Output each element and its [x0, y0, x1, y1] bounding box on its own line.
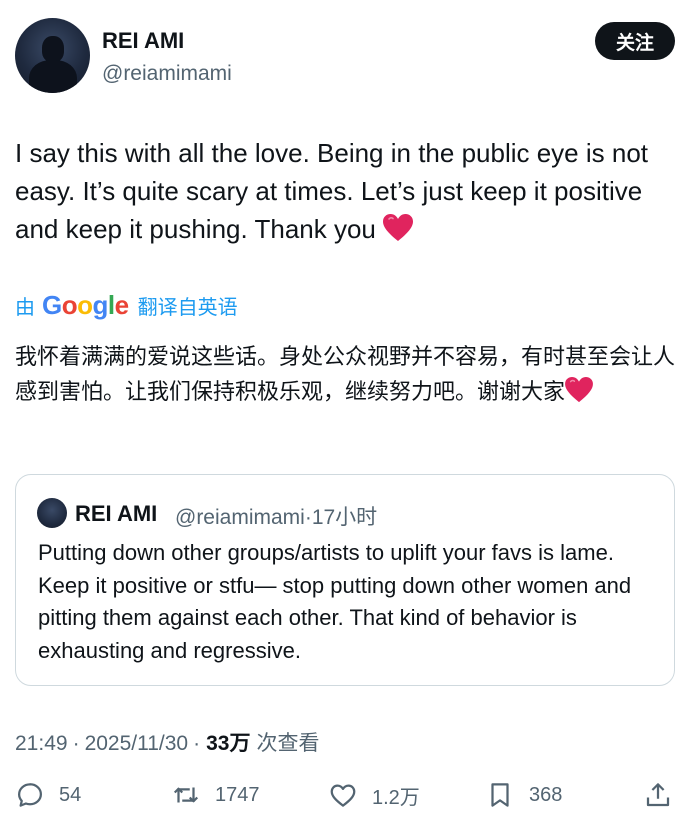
avatar-figure-body [29, 60, 77, 93]
action-bar: 54 1747 1.2万 368 [15, 780, 675, 820]
quoted-author-name: REI AMI [75, 501, 158, 526]
retweet-button[interactable]: 1747 [171, 780, 260, 810]
like-button[interactable]: 1.2万 [328, 780, 420, 810]
share-icon [646, 783, 670, 807]
tweet-date[interactable]: 2025/11/30 [85, 732, 189, 756]
bookmark-count: 368 [529, 783, 563, 806]
tweet-header: REI AMI @reiamimami 关注 [15, 18, 675, 98]
bookmark-button[interactable]: 368 [485, 780, 562, 810]
heart-emoji [383, 214, 414, 252]
time-separator: · [72, 732, 80, 755]
tweet-text: I say this with all the love. Being in t… [15, 134, 665, 252]
google-logo: Google [42, 290, 129, 320]
heart-icon [565, 377, 593, 403]
author-handle[interactable]: @reiamimami [102, 62, 232, 86]
translate-link[interactable]: 由 Google 翻译自英语 [15, 290, 238, 321]
avatar[interactable] [15, 18, 90, 93]
heart-icon [383, 214, 414, 241]
translate-label: 翻译自英语 [137, 295, 238, 319]
translate-by: 由 [15, 295, 35, 319]
tweet-body: I say this with all the love. Being in t… [15, 138, 649, 244]
quoted-time: 17小时 [311, 506, 378, 529]
view-label: 次查看 [256, 731, 320, 755]
bookmark-icon [491, 783, 509, 807]
retweet-count: 1747 [215, 783, 260, 806]
tweet-time[interactable]: 21:49 [15, 732, 68, 756]
author-name[interactable]: REI AMI [102, 28, 184, 54]
translated-text: 我怀着满满的爱说这些话。身处公众视野并不容易，有时甚至会让人感到害怕。让我们保持… [15, 340, 675, 414]
tweet-timestamp: 21:49 · 2025/11/30 · 33万 次查看 [15, 727, 319, 757]
quoted-tweet[interactable]: REI AMI @reiamimami·17小时 Putting down ot… [15, 474, 675, 686]
reply-count: 54 [59, 783, 82, 806]
view-count[interactable]: 33万 [206, 727, 250, 757]
avatar-figure-head [42, 36, 64, 62]
heart-emoji [565, 377, 593, 414]
like-count: 1.2万 [372, 786, 420, 809]
quoted-handle: @reiamimami [175, 506, 305, 529]
date-separator: · [193, 732, 201, 755]
share-button[interactable] [643, 780, 673, 810]
follow-button[interactable]: 关注 [595, 22, 675, 60]
quoted-text: Putting down other groups/artists to upl… [38, 540, 632, 663]
quoted-avatar [37, 498, 67, 528]
quoted-meta: @reiamimami·17小时 [175, 501, 377, 531]
reply-button[interactable]: 54 [15, 780, 81, 810]
reply-icon [18, 783, 42, 807]
quoted-separator: · [304, 506, 312, 529]
retweet-icon [173, 787, 199, 803]
like-icon [330, 784, 356, 807]
